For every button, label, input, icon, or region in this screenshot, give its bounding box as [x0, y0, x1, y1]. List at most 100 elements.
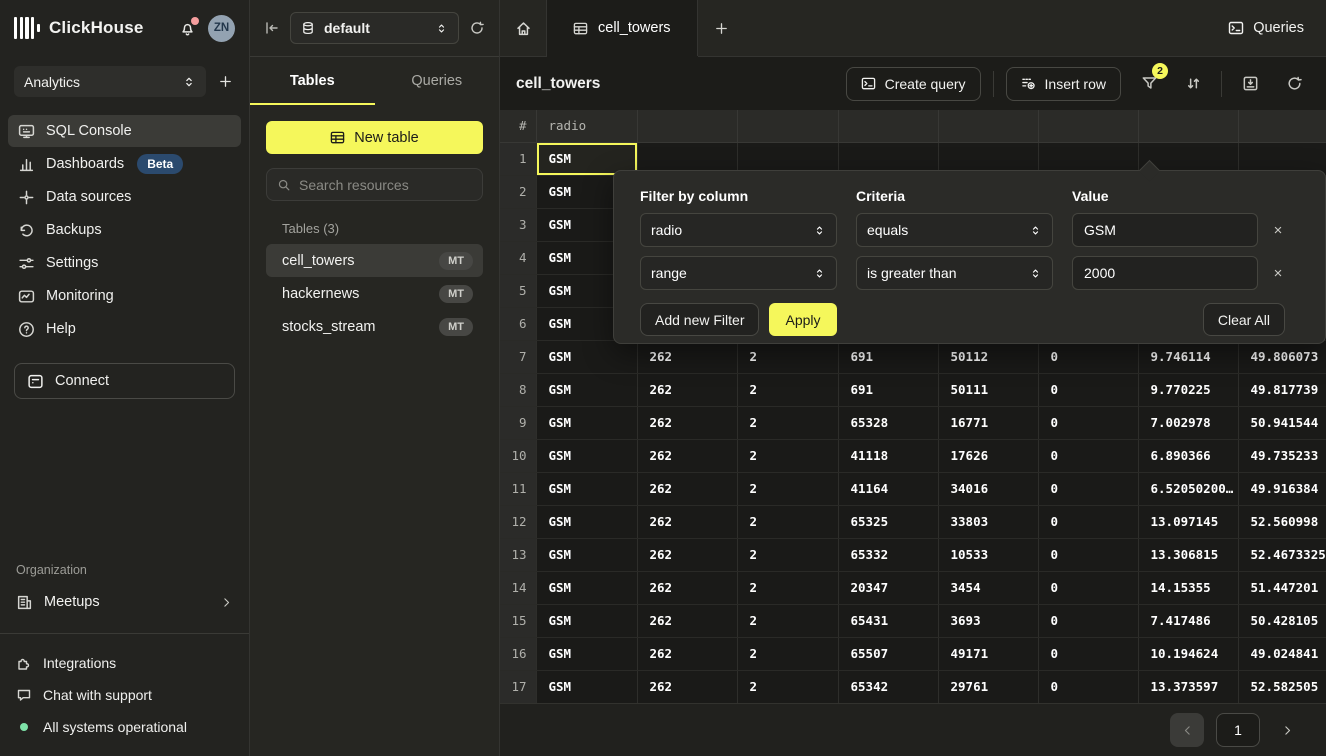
data-cell[interactable]: 20347 [838, 571, 938, 604]
database-select[interactable]: default [290, 12, 459, 44]
next-page-button[interactable] [1272, 713, 1302, 747]
data-cell[interactable]: 2 [737, 637, 838, 670]
data-cell[interactable]: GSM [536, 406, 637, 439]
row-number-cell[interactable]: 8 [500, 373, 536, 406]
home-tab[interactable] [500, 0, 547, 56]
row-number-cell[interactable]: 12 [500, 505, 536, 538]
data-cell[interactable]: 0 [1038, 472, 1138, 505]
row-number-cell[interactable]: 14 [500, 571, 536, 604]
sort-button[interactable] [1177, 68, 1209, 100]
remove-filter-button[interactable]: × [1258, 222, 1298, 239]
data-cell[interactable]: GSM [536, 505, 637, 538]
apply-filter-button[interactable]: Apply [769, 303, 836, 336]
data-cell[interactable]: 262 [637, 538, 737, 571]
data-cell[interactable]: 9.746114 [1138, 340, 1238, 373]
data-cell[interactable]: 50.428105 [1238, 604, 1326, 637]
column-header[interactable] [938, 110, 1038, 142]
sidebar-item-dashboards[interactable]: Dashboards Beta [8, 148, 241, 180]
refresh-data-button[interactable] [1278, 68, 1310, 100]
data-cell[interactable]: 50111 [938, 373, 1038, 406]
data-cell[interactable]: 262 [637, 406, 737, 439]
data-cell[interactable]: 49.806073 [1238, 340, 1326, 373]
data-cell[interactable]: GSM [536, 340, 637, 373]
data-cell[interactable]: 41118 [838, 439, 938, 472]
add-workspace-button[interactable] [216, 72, 235, 91]
avatar[interactable]: ZN [208, 15, 235, 42]
data-cell[interactable]: 9.770225 [1138, 373, 1238, 406]
data-cell[interactable]: 14.15355 [1138, 571, 1238, 604]
data-cell[interactable]: 65325 [838, 505, 938, 538]
data-cell[interactable]: 262 [637, 373, 737, 406]
new-tab-button[interactable] [698, 0, 746, 56]
data-cell[interactable]: 13.097145 [1138, 505, 1238, 538]
row-number-cell[interactable]: 11 [500, 472, 536, 505]
data-cell[interactable]: 13.306815 [1138, 538, 1238, 571]
data-cell[interactable]: 7.002978 [1138, 406, 1238, 439]
row-number-cell[interactable]: 2 [500, 175, 536, 208]
data-cell[interactable]: 65342 [838, 670, 938, 703]
data-cell[interactable]: GSM [536, 538, 637, 571]
row-number-cell[interactable]: 9 [500, 406, 536, 439]
sidebar-item-meetups[interactable]: Meetups [0, 585, 249, 619]
data-cell[interactable]: 0 [1038, 505, 1138, 538]
data-cell[interactable]: 10.194624 [1138, 637, 1238, 670]
previous-page-button[interactable] [1170, 713, 1204, 747]
filter-criteria-select[interactable]: is greater than [856, 256, 1053, 290]
table-item-hackernews[interactable]: hackernews MT [266, 277, 483, 310]
column-header[interactable] [1138, 110, 1238, 142]
data-cell[interactable]: GSM [536, 472, 637, 505]
data-cell[interactable]: 52.560998 [1238, 505, 1326, 538]
tab-queries[interactable]: Queries [375, 57, 500, 105]
data-cell[interactable]: 49171 [938, 637, 1038, 670]
data-cell[interactable]: GSM [536, 604, 637, 637]
column-header[interactable] [1238, 110, 1326, 142]
row-number-cell[interactable]: 3 [500, 208, 536, 241]
connect-button[interactable]: Connect [14, 363, 235, 399]
data-cell[interactable]: 65328 [838, 406, 938, 439]
sidebar-item-monitoring[interactable]: Monitoring [8, 280, 241, 312]
data-cell[interactable]: 17626 [938, 439, 1038, 472]
sidebar-item-settings[interactable]: Settings [8, 247, 241, 279]
queries-button[interactable]: Queries [1228, 0, 1304, 56]
data-cell[interactable]: 49.916384 [1238, 472, 1326, 505]
row-number-cell[interactable]: 15 [500, 604, 536, 637]
data-cell[interactable]: 691 [838, 340, 938, 373]
row-number-cell[interactable]: 17 [500, 670, 536, 703]
table-item-stocks-stream[interactable]: stocks_stream MT [266, 310, 483, 343]
column-header[interactable] [1038, 110, 1138, 142]
column-header[interactable] [737, 110, 838, 142]
data-cell[interactable]: 13.373597 [1138, 670, 1238, 703]
data-cell[interactable]: 49.817739 [1238, 373, 1326, 406]
sidebar-item-backups[interactable]: Backups [8, 214, 241, 246]
row-number-cell[interactable]: 4 [500, 241, 536, 274]
row-number-cell[interactable]: 16 [500, 637, 536, 670]
data-cell[interactable]: 2 [737, 538, 838, 571]
filter-criteria-select[interactable]: equals [856, 213, 1053, 247]
data-cell[interactable]: 2 [737, 406, 838, 439]
data-cell[interactable]: 50112 [938, 340, 1038, 373]
data-cell[interactable]: 6.52050200… [1138, 472, 1238, 505]
current-page-indicator[interactable]: 1 [1216, 713, 1260, 747]
row-number-cell[interactable]: 6 [500, 307, 536, 340]
refresh-tables-icon[interactable] [469, 20, 485, 36]
row-number-cell[interactable]: 5 [500, 274, 536, 307]
sidebar-item-help[interactable]: Help [8, 313, 241, 345]
row-number-cell[interactable]: 13 [500, 538, 536, 571]
row-number-cell[interactable]: 10 [500, 439, 536, 472]
download-button[interactable] [1234, 68, 1266, 100]
filter-value-input[interactable] [1072, 213, 1258, 247]
data-cell[interactable]: 262 [637, 670, 737, 703]
filter-column-select[interactable]: range [640, 256, 837, 290]
data-cell[interactable]: 262 [637, 637, 737, 670]
data-cell[interactable]: 262 [637, 604, 737, 637]
insert-row-button[interactable]: Insert row [1006, 67, 1121, 101]
data-cell[interactable]: GSM [536, 670, 637, 703]
data-cell[interactable]: 2 [737, 505, 838, 538]
column-header[interactable] [637, 110, 737, 142]
row-number-header[interactable]: # [500, 110, 536, 142]
data-cell[interactable]: 2 [737, 670, 838, 703]
data-cell[interactable]: 2 [737, 472, 838, 505]
data-cell[interactable]: 29761 [938, 670, 1038, 703]
data-cell[interactable]: 10533 [938, 538, 1038, 571]
data-cell[interactable]: 2 [737, 439, 838, 472]
